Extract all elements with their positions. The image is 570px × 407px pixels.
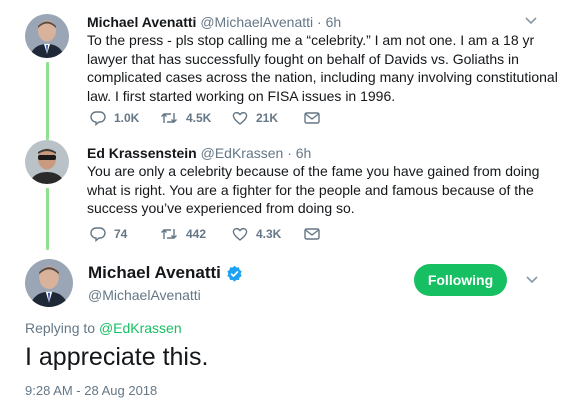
author-handle[interactable]: @EdKrassen [201, 145, 284, 161]
separator-dot: · [317, 14, 322, 30]
tweet-time[interactable]: 6h [326, 14, 342, 30]
like-button[interactable]: 4.3K [232, 226, 304, 242]
envelope-icon [304, 112, 320, 124]
reply-button[interactable]: 74 [90, 226, 160, 242]
thread-line [46, 62, 49, 140]
like-button[interactable]: 21K [232, 110, 304, 126]
message-button[interactable] [304, 227, 328, 241]
message-button[interactable] [304, 111, 328, 125]
reply-icon [90, 227, 106, 242]
reply-button[interactable]: 1.0K [90, 110, 160, 126]
reply-count: 74 [114, 227, 128, 241]
retweet-count: 4.5K [186, 111, 212, 125]
chevron-down-icon[interactable] [524, 13, 538, 30]
avatar[interactable] [25, 140, 69, 184]
replying-to: Replying to @EdKrassen [25, 320, 182, 336]
reply-count: 1.0K [114, 111, 140, 125]
separator-dot: · [287, 145, 292, 161]
verified-badge-icon [227, 265, 242, 282]
thread-line [46, 188, 49, 250]
retweet-icon [161, 113, 177, 123]
replying-to-link[interactable]: @EdKrassen [99, 320, 182, 336]
heart-icon [232, 227, 248, 241]
author-handle[interactable]: @MichaelAvenatti [200, 14, 313, 30]
avatar[interactable] [25, 259, 73, 307]
tweet-text: To the press - pls stop calling me a “ce… [87, 32, 558, 104]
tweet-timestamp[interactable]: 9:28 AM - 28 Aug 2018 [25, 383, 157, 398]
retweet-button[interactable]: 442 [160, 226, 232, 242]
reply-icon [90, 111, 106, 126]
heart-icon [232, 111, 248, 125]
retweet-count: 442 [186, 227, 207, 241]
tweet-actions: 1.0K 4.5K 21K [90, 110, 328, 126]
retweet-button[interactable]: 4.5K [160, 110, 232, 126]
following-button[interactable]: Following [414, 264, 507, 296]
chevron-down-icon[interactable] [525, 272, 539, 289]
author-name[interactable]: Michael Avenatti [87, 14, 196, 30]
avatar[interactable] [25, 14, 69, 58]
tweet-actions: 74 442 4.3K [90, 226, 328, 242]
author-name[interactable]: Michael Avenatti [88, 263, 221, 283]
replying-prefix: Replying to [25, 320, 96, 336]
author-name[interactable]: Ed Krassenstein [87, 145, 197, 161]
like-count: 4.3K [256, 227, 282, 241]
tweet-time[interactable]: 6h [296, 145, 312, 161]
like-count: 21K [256, 111, 279, 125]
focused-tweet-text: I appreciate this. [25, 343, 209, 371]
author-handle[interactable]: @MichaelAvenatti [88, 287, 201, 303]
envelope-icon [304, 228, 320, 240]
tweet-text: You are only a celebrity because of the … [87, 163, 540, 216]
retweet-icon [161, 229, 177, 239]
